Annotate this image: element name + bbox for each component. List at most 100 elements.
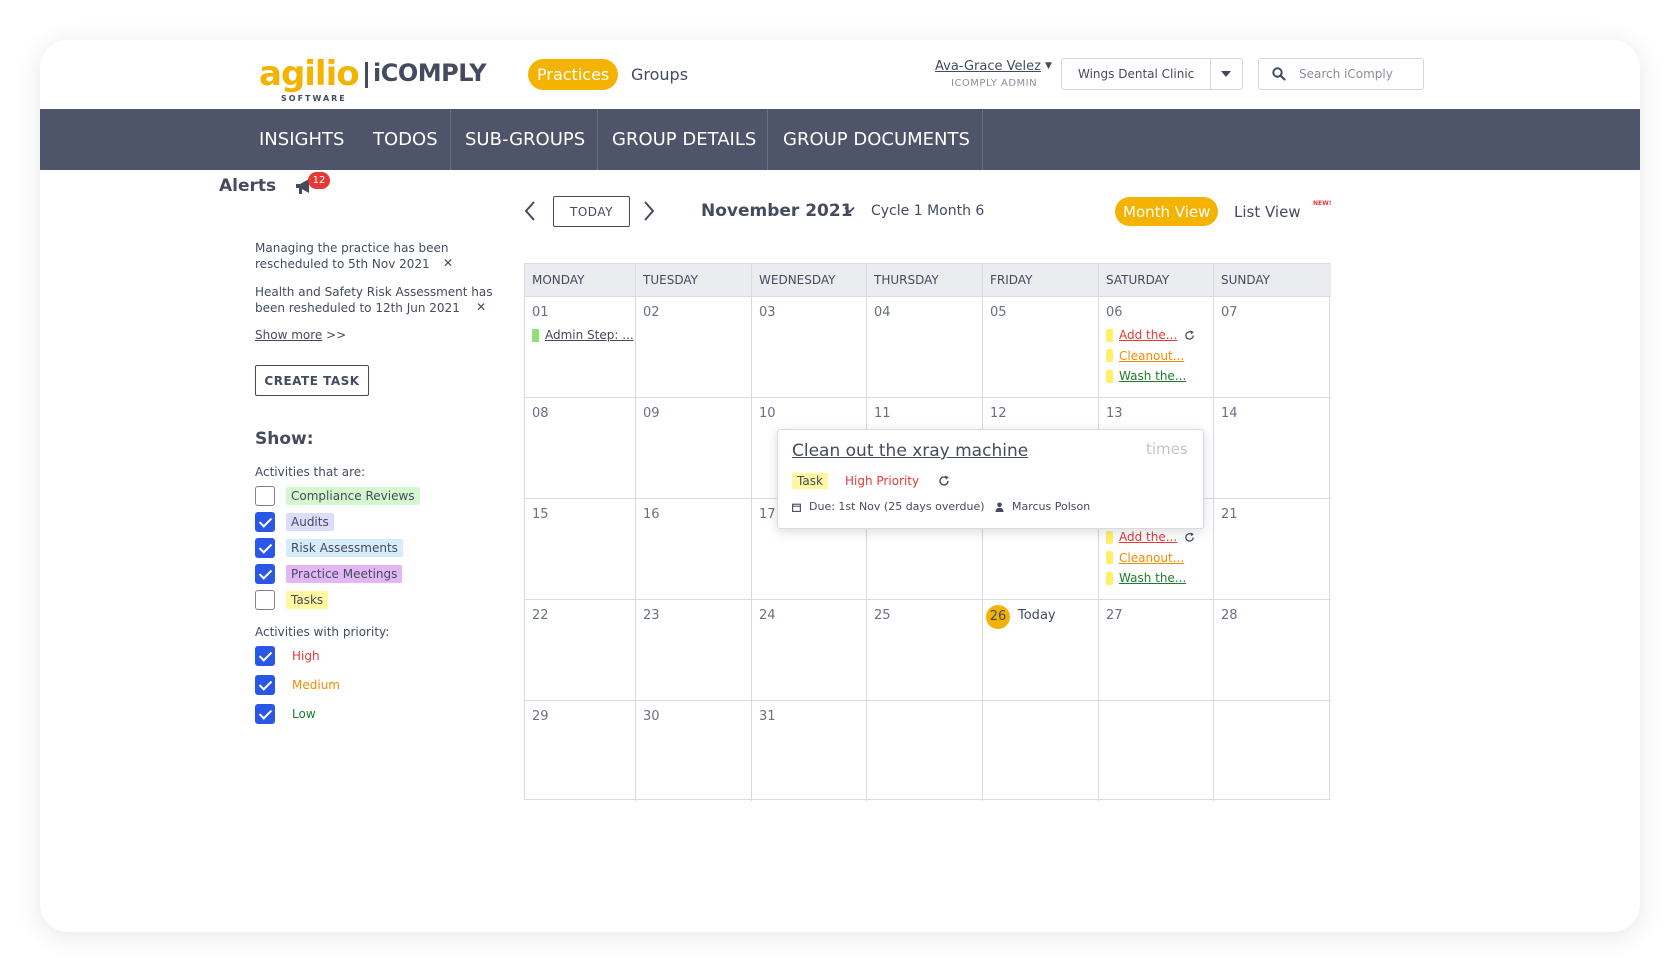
calendar-day-cell[interactable]: 16 — [636, 498, 752, 599]
calendar-day-cell[interactable]: 01 Admin Step: ... — [525, 296, 636, 397]
event-label[interactable]: Add the... — [1119, 530, 1177, 544]
calendar-day-cell[interactable]: 07 — [1214, 296, 1331, 397]
user-role: ICOMPLY ADMIN — [951, 78, 1038, 89]
weekday-header: WEDNESDAY — [752, 264, 867, 296]
nav-insights[interactable]: INSIGHTS — [259, 109, 344, 170]
calendar-day-cell[interactable]: 05 — [983, 296, 1099, 397]
calendar-day-cell[interactable]: 21 — [1214, 498, 1331, 599]
repeat-icon — [1185, 329, 1195, 340]
calendar-day-cell[interactable]: 04 — [867, 296, 983, 397]
filter-priority-low[interactable]: Low — [255, 703, 316, 725]
close-icon[interactable]: times — [1146, 440, 1188, 458]
clinic-dropdown-button[interactable] — [1210, 59, 1242, 89]
calendar-day-cell[interactable]: 29 — [525, 700, 636, 801]
calendar-day-cell[interactable]: 24 — [752, 599, 867, 700]
nav-group-details[interactable]: GROUP DETAILS — [612, 109, 756, 170]
filter-compliance-reviews[interactable]: Compliance Reviews — [255, 485, 420, 507]
calendar-day-cell[interactable] — [1099, 700, 1214, 801]
event-label[interactable]: Admin Step: ... — [545, 328, 634, 342]
user-name[interactable]: Ava-Grace Velez — [935, 59, 1041, 74]
calendar-day-cell[interactable] — [867, 700, 983, 801]
event-label[interactable]: Add the... — [1119, 328, 1177, 342]
filter-practice-meetings[interactable]: Practice Meetings — [255, 563, 403, 585]
clinic-select[interactable]: Wings Dental Clinic — [1061, 58, 1243, 90]
weekday-header: FRIDAY — [983, 264, 1099, 296]
calendar-day-cell[interactable]: 23 — [636, 599, 752, 700]
calendar-day-cell[interactable]: 02 — [636, 296, 752, 397]
checkbox[interactable] — [255, 512, 275, 532]
search-input[interactable] — [1299, 59, 1419, 89]
filter-priority-high[interactable]: High — [255, 645, 320, 667]
practices-button[interactable]: Practices — [528, 59, 619, 90]
nav-todos[interactable]: TODOS — [373, 109, 438, 170]
chevron-left-icon[interactable] — [523, 200, 537, 222]
dismiss-alert-icon[interactable]: ✕ — [443, 256, 453, 270]
search-icon — [1272, 67, 1286, 81]
calendar-day-cell[interactable]: 14 — [1214, 397, 1331, 498]
today-button[interactable]: TODAY — [553, 196, 630, 227]
chevron-right-icon[interactable] — [642, 200, 656, 222]
event-color-bar — [1106, 349, 1113, 362]
calendar-day-cell[interactable]: 03 — [752, 296, 867, 397]
calendar-day-cell[interactable]: 26 Today — [983, 599, 1099, 700]
checkbox[interactable] — [255, 538, 275, 558]
calendar-event[interactable]: Cleanout... — [1106, 551, 1184, 565]
nav-sub-groups[interactable]: SUB-GROUPS — [465, 109, 585, 170]
alert-line: been resheduled to 12th Jun 2021 — [255, 301, 460, 315]
event-label[interactable]: Cleanout... — [1119, 551, 1184, 565]
logo-separator — [365, 62, 368, 88]
weekday-header: THURSDAY — [867, 264, 983, 296]
checkbox[interactable] — [255, 564, 275, 584]
calendar-day-cell[interactable]: 08 — [525, 397, 636, 498]
groups-link[interactable]: Groups — [631, 65, 688, 84]
filter-priority-medium[interactable]: Medium — [255, 674, 340, 696]
checkbox[interactable] — [255, 590, 275, 610]
event-label[interactable]: Wash the... — [1119, 571, 1186, 585]
calendar-event[interactable]: Add the... — [1106, 530, 1195, 544]
calendar-day-cell[interactable]: 06 Add the... Cleanout... Wash the... — [1099, 296, 1214, 397]
filter-label: Tasks — [286, 591, 329, 609]
day-number: 06 — [1106, 305, 1123, 320]
calendar-day-cell[interactable]: 30 — [636, 700, 752, 801]
search-box[interactable] — [1258, 58, 1424, 90]
filter-audits[interactable]: Audits — [255, 511, 334, 533]
calendar-day-cell[interactable]: 28 — [1214, 599, 1331, 700]
checkbox[interactable] — [255, 486, 275, 506]
calendar-day-cell[interactable]: 09 — [636, 397, 752, 498]
list-view-link[interactable]: List View — [1234, 203, 1301, 221]
calendar-event[interactable]: Admin Step: ... — [532, 328, 634, 342]
calendar-day-cell[interactable] — [983, 700, 1099, 801]
calendar-day-cell[interactable]: 31 — [752, 700, 867, 801]
create-task-button[interactable]: CREATE TASK — [255, 365, 369, 396]
show-more-link[interactable]: Show more — [255, 328, 322, 342]
calendar-day-cell[interactable]: 15 — [525, 498, 636, 599]
nav-group-documents[interactable]: GROUP DOCUMENTS — [783, 109, 970, 170]
calendar-event[interactable]: Wash the... — [1106, 369, 1186, 383]
month-view-button[interactable]: Month View — [1115, 197, 1219, 226]
filter-risk-assessments[interactable]: Risk Assessments — [255, 537, 403, 559]
alerts-title: Alerts — [219, 176, 277, 196]
event-label[interactable]: Wash the... — [1119, 369, 1186, 383]
alert-line: Health and Safety Risk Assessment has — [255, 285, 493, 299]
dismiss-alert-icon[interactable]: ✕ — [476, 300, 486, 314]
logo[interactable]: agilio iCOMPLY SOFTWARE — [259, 54, 499, 104]
checkbox[interactable] — [255, 704, 275, 724]
calendar-day-cell[interactable]: 27 — [1099, 599, 1214, 700]
month-title[interactable]: November 2021 — [701, 201, 853, 221]
calendar-event[interactable]: Add the... — [1106, 328, 1195, 342]
calendar-day-cell[interactable]: 25 — [867, 599, 983, 700]
popover-title[interactable]: Clean out the xray machine — [792, 441, 1028, 461]
checkbox[interactable] — [255, 646, 275, 666]
filter-label: Risk Assessments — [286, 539, 403, 557]
checkbox[interactable] — [255, 675, 275, 695]
day-number: 13 — [1106, 406, 1123, 421]
user-menu-caret-icon[interactable]: ▼ — [1045, 61, 1052, 71]
weekday-header: TUESDAY — [636, 264, 752, 296]
calendar-day-cell[interactable]: 22 — [525, 599, 636, 700]
chevron-down-icon[interactable] — [844, 206, 855, 214]
event-label[interactable]: Cleanout... — [1119, 349, 1184, 363]
filter-tasks[interactable]: Tasks — [255, 589, 329, 611]
calendar-event[interactable]: Wash the... — [1106, 571, 1186, 585]
calendar-event[interactable]: Cleanout... — [1106, 349, 1184, 363]
calendar-day-cell[interactable] — [1214, 700, 1331, 801]
